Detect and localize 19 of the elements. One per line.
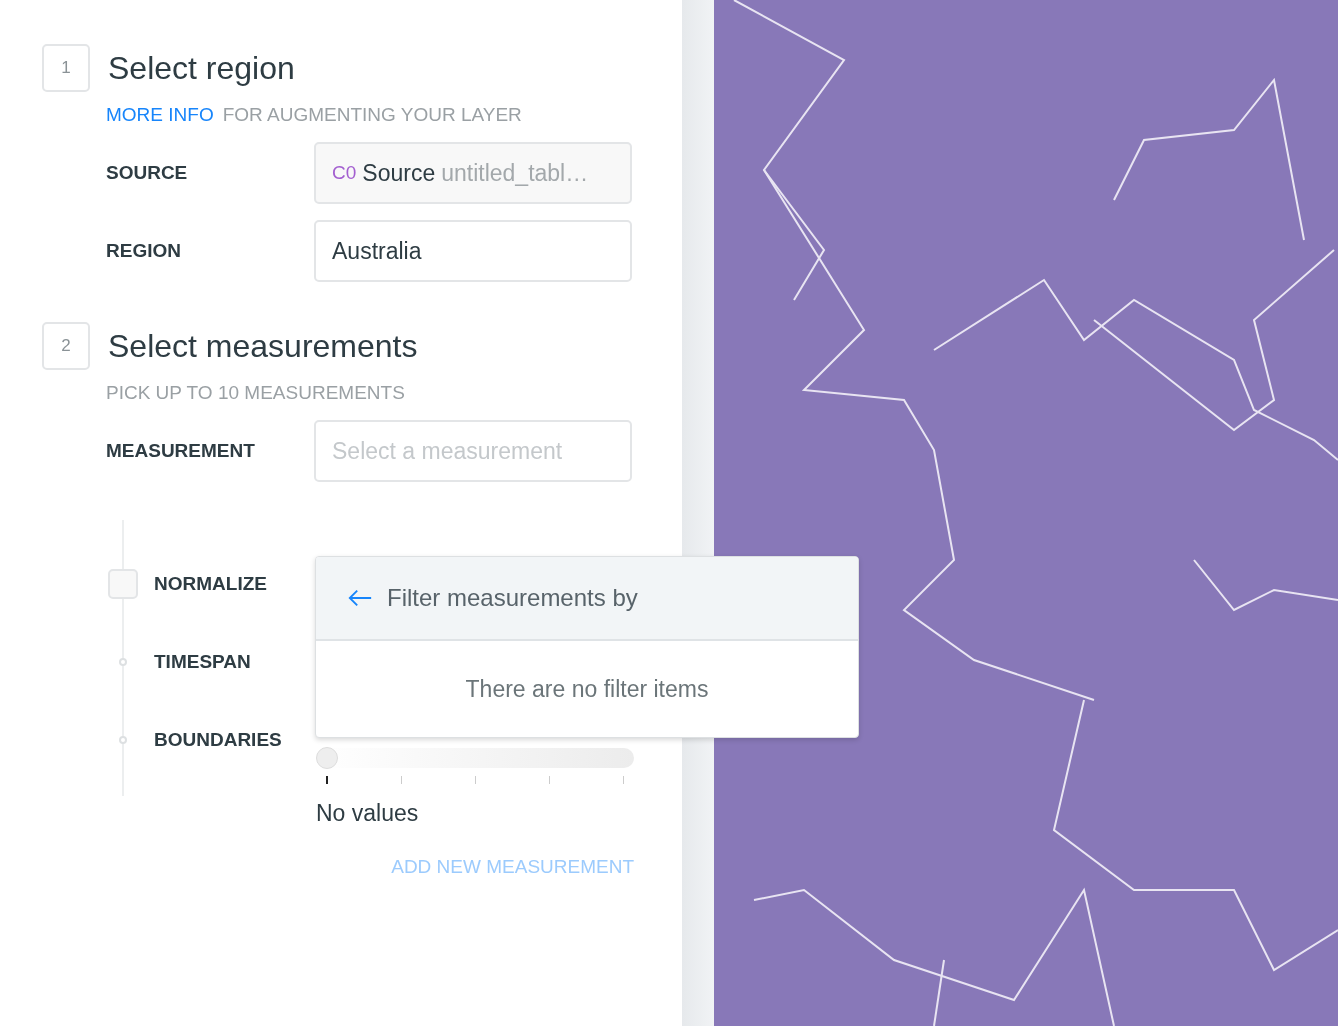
step-title: Select measurements — [108, 327, 418, 365]
field-label: MEASUREMENT — [106, 440, 256, 462]
slider-caption: No values — [316, 800, 420, 827]
empty-message: There are no filter items — [465, 675, 709, 703]
step-number: 1 — [42, 44, 90, 92]
more-info-link[interactable]: MORE INFO — [106, 104, 214, 126]
field-label: SOURCE — [106, 162, 189, 184]
step-title: Select region — [108, 49, 295, 87]
step-subtitle: PICK UP TO 10 MEASUREMENTS — [106, 382, 405, 404]
field-label: REGION — [106, 240, 182, 262]
option-label: BOUNDARIES — [154, 729, 282, 751]
input-field[interactable]: Australia — [314, 220, 632, 282]
input-field[interactable]: Select a measurement — [314, 420, 632, 482]
source-field[interactable]: C0 Source untitled_tabl… — [314, 142, 632, 204]
step-number: 2 — [42, 322, 90, 370]
popup-title: Filter measurements by — [387, 584, 638, 612]
option-label: TIMESPAN — [154, 651, 251, 673]
option-label: NORMALIZE — [154, 573, 267, 595]
step-subtitle: FOR AUGMENTING YOUR LAYER — [222, 104, 522, 126]
